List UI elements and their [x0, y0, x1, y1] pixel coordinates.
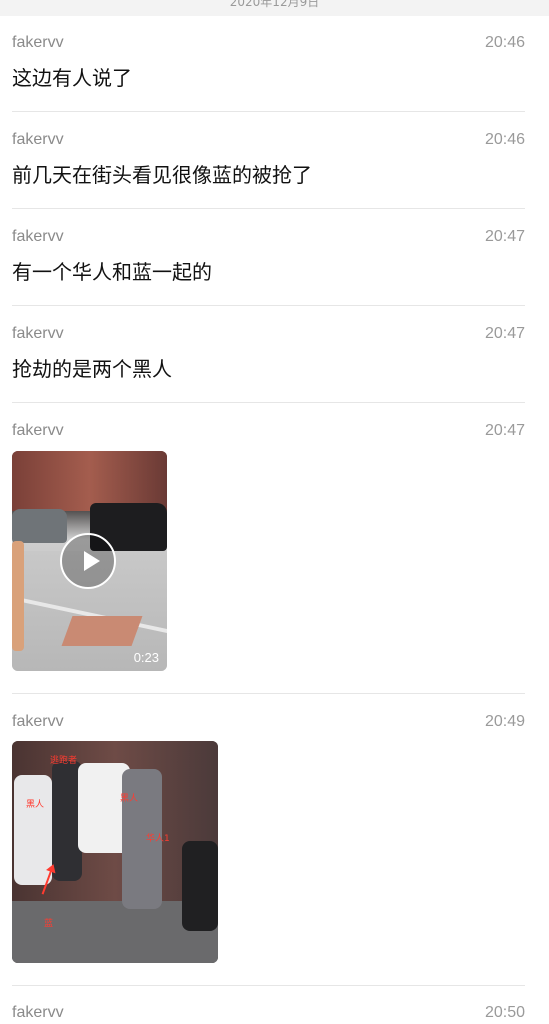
sender-name[interactable]: fakervv — [12, 1004, 64, 1022]
chat-message-video[interactable]: fakervv 20:47 0:23 — [12, 422, 525, 682]
divider — [12, 985, 525, 986]
annotation-label: 蓝 — [44, 919, 54, 929]
video-thumbnail[interactable]: 0:23 — [12, 451, 167, 671]
date-bar: 2020年12月9日 — [0, 0, 549, 16]
divider — [12, 402, 525, 403]
message-text: 前几天在街头看见很像蓝的被抢了 — [12, 163, 312, 187]
play-icon[interactable] — [60, 533, 116, 589]
person-edge — [12, 541, 24, 651]
message-text: 抢劫的是两个黑人 — [12, 357, 172, 381]
sender-name[interactable]: fakervv — [12, 34, 64, 52]
message-text: 这边有人说了 — [12, 66, 132, 90]
parked-car — [12, 509, 67, 543]
annotation-label: 黑人 — [26, 800, 45, 810]
message-time: 20:47 — [484, 228, 525, 245]
video-frame[interactable]: 0:23 — [12, 451, 167, 671]
red-patch — [61, 616, 143, 646]
message-time: 20:47 — [484, 422, 525, 439]
annotation-label: 黑人 — [120, 794, 139, 804]
sender-name[interactable]: fakervv — [12, 131, 64, 149]
message-time: 20:50 — [484, 1004, 525, 1021]
divider — [12, 693, 525, 694]
sender-name[interactable]: fakervv — [12, 422, 64, 440]
building — [12, 451, 167, 511]
message-text: 有一个华人和蓝一起的 — [12, 260, 212, 284]
message-time: 20:47 — [484, 325, 525, 342]
message-time: 20:46 — [484, 34, 525, 51]
divider — [12, 111, 525, 112]
annotation-label: 逃跑者 — [50, 756, 78, 766]
divider — [12, 208, 525, 209]
sender-name[interactable]: fakervv — [12, 325, 64, 343]
sender-name[interactable]: fakervv — [12, 713, 64, 731]
figure-edge — [182, 841, 218, 931]
photo-thumbnail[interactable]: 逃跑者 黑人 黑人 华人1 蓝 — [12, 741, 218, 963]
annotation-label: 华人1 — [146, 834, 170, 844]
message-time: 20:49 — [484, 713, 525, 730]
video-duration: 0:23 — [133, 650, 159, 665]
chat-message-photo[interactable]: fakervv 20:49 逃跑者 黑人 黑人 华人1 蓝 — [12, 713, 525, 973]
divider — [12, 305, 525, 306]
message-time: 20:46 — [484, 131, 525, 148]
sender-name[interactable]: fakervv — [12, 228, 64, 246]
photo-frame[interactable]: 逃跑者 黑人 黑人 华人1 蓝 — [12, 741, 218, 963]
